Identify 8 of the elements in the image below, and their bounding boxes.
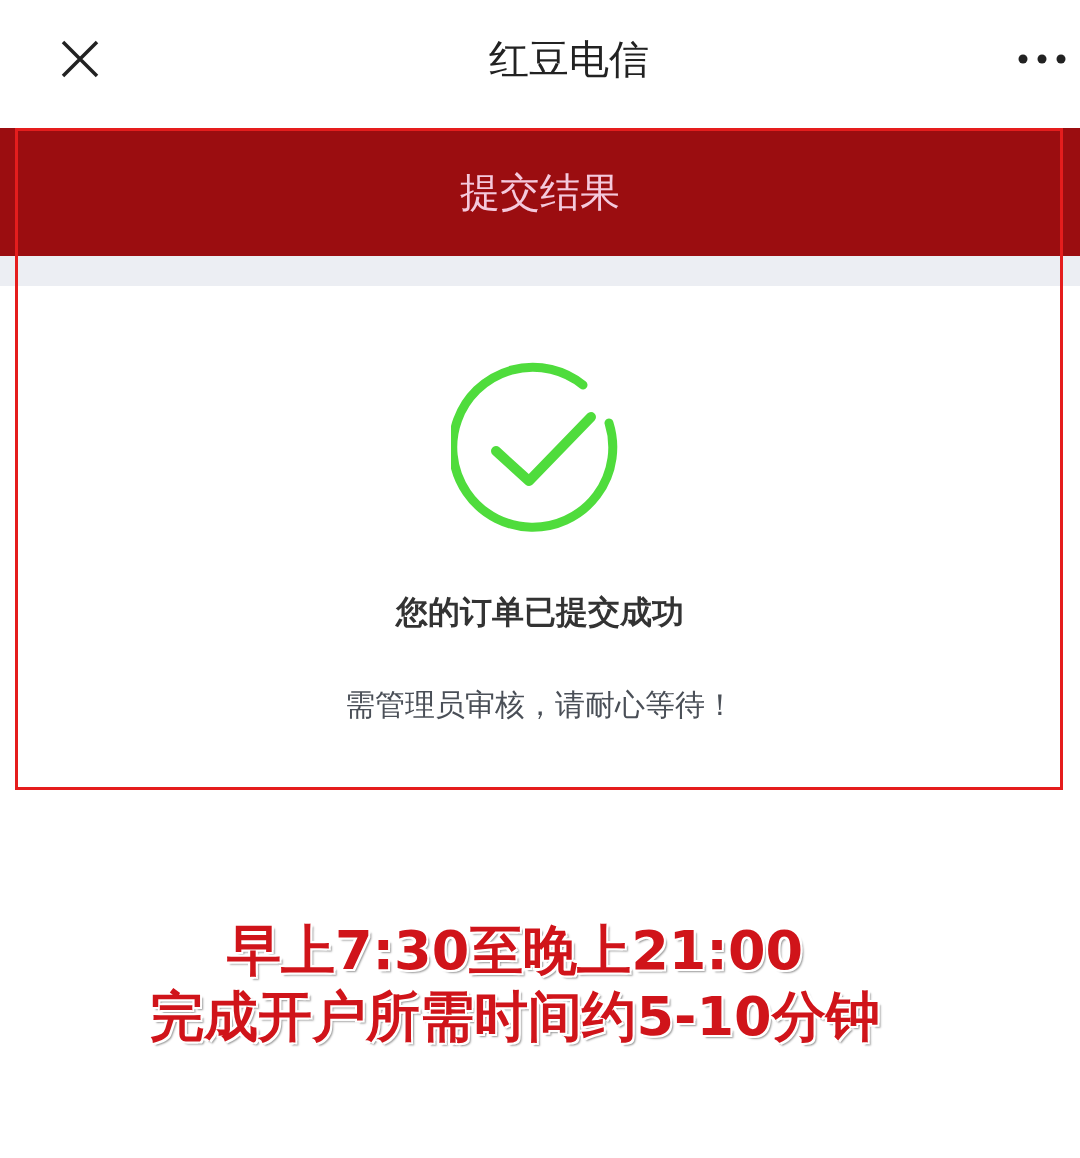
annotation-text: 完成开户所需时间约5-10分钟	[150, 986, 880, 1048]
page-title: 红豆电信	[489, 34, 649, 84]
close-icon[interactable]	[60, 39, 100, 79]
more-icon[interactable]	[1018, 54, 1066, 64]
banner-title: 提交结果	[460, 167, 620, 217]
annotation-text: 早上7:30至晚上21:00	[226, 920, 804, 982]
success-message: 您的订单已提交成功	[396, 592, 684, 633]
review-note: 需管理员审核，请耐心等待！	[345, 686, 735, 724]
